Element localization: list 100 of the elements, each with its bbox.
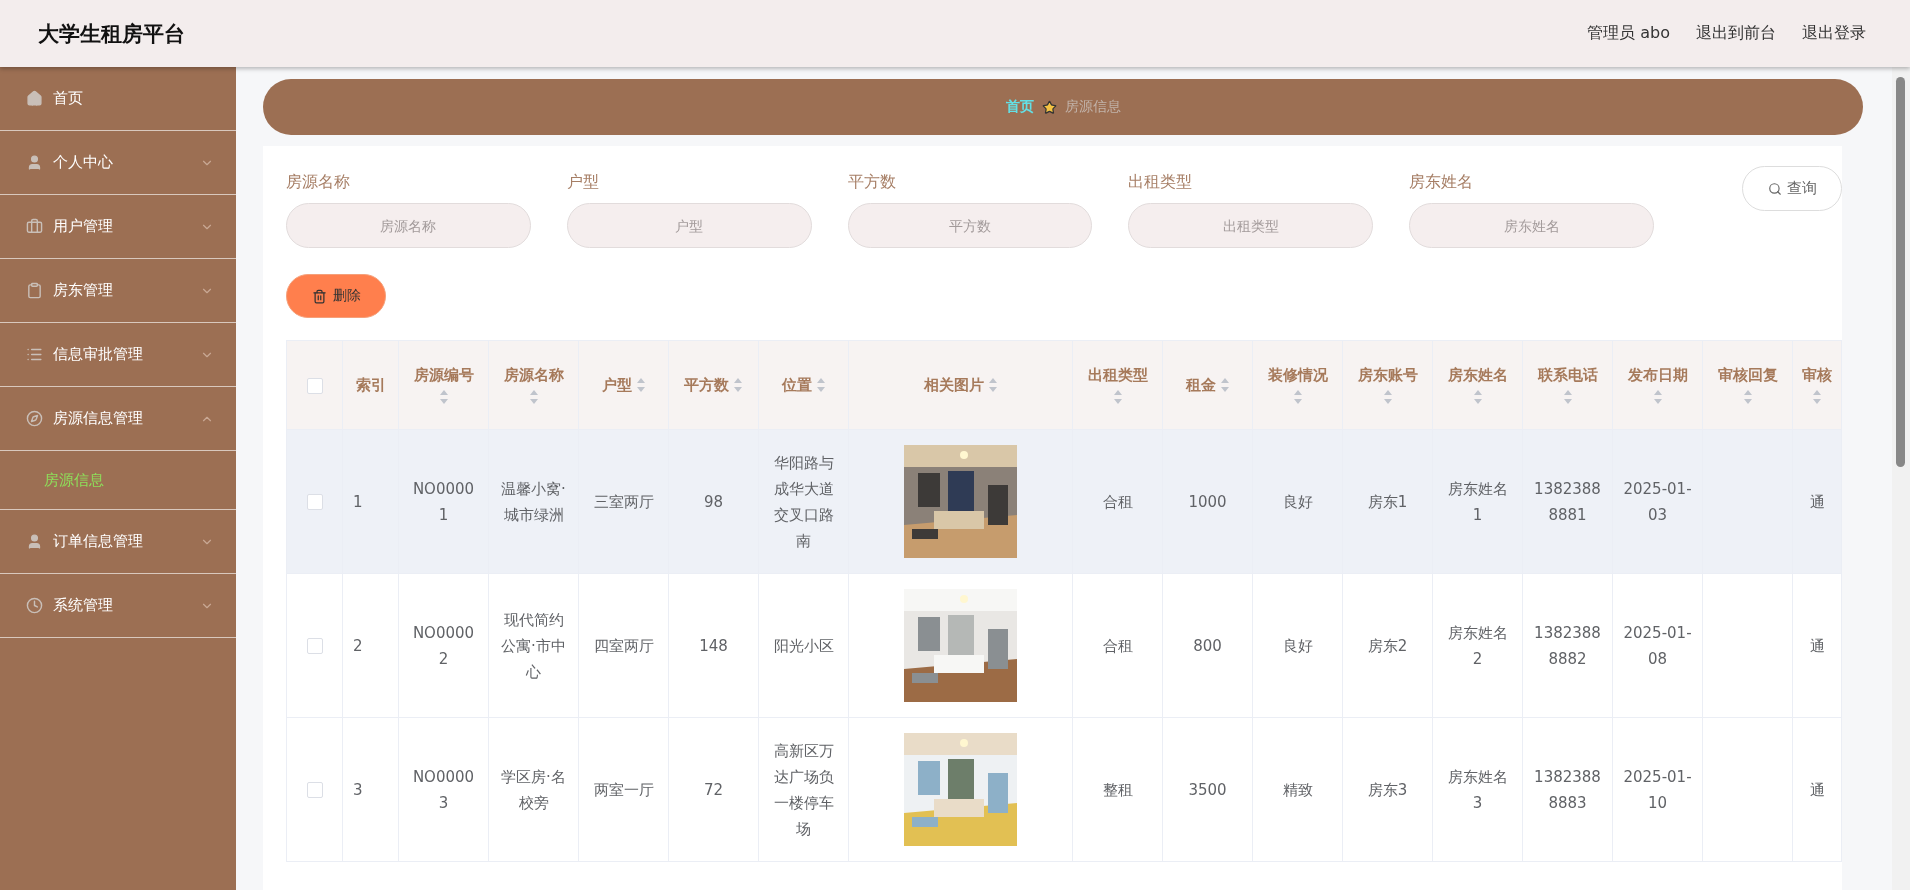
sidebar-item[interactable]: 房源信息管理 [0,387,236,451]
column-header: 房东账号 [1357,365,1418,385]
table-cell: 通 [1809,780,1825,799]
breadcrumb-link[interactable]: 首页 [1005,98,1034,116]
table-cell: 良好 [1282,492,1313,511]
header-link[interactable]: 退出到前台 [1696,23,1776,44]
sidebar-item[interactable]: 订单信息管理 [0,510,236,574]
search-field[interactable]: 房源名称 [286,203,531,248]
table-cell: 72 [703,780,724,799]
field-label: 出租类型 [1128,172,1194,193]
field-label: 房源名称 [286,172,351,193]
sidebar-label: 系统管理 [53,596,114,615]
table-cell: 通 [1809,492,1825,511]
sidebar-item[interactable]: 用户管理 [0,195,236,259]
table-cell: 通 [1809,636,1825,655]
table-cell: 13823888882 [1534,623,1601,668]
sidebar-label: 订单信息管理 [53,532,144,551]
sidebar-subitem[interactable]: 房源信息 [0,451,236,510]
star-icon [1041,99,1057,115]
checkbox[interactable] [306,782,323,798]
table-cell: 华阳路与成华大道交叉口路南 [773,453,834,550]
table-cell: 良好 [1282,636,1313,655]
table-cell: 13823888883 [1534,767,1601,812]
sidebar-label: 房东管理 [53,281,114,300]
table-cell: 2025-01-10 [1623,767,1692,812]
breadcrumb-link[interactable]: 房源信息 [1064,98,1121,116]
sort-icon[interactable] [1382,388,1393,405]
sort-icon[interactable] [987,377,998,393]
sidebar-label: 首页 [53,89,84,108]
table-cell: 2025-01-08 [1623,623,1692,668]
sidebar-item[interactable]: 首页 [0,67,236,131]
table-cell: 房东姓名1 [1447,479,1508,524]
sort-icon[interactable] [1112,388,1123,405]
sort-icon[interactable] [1812,388,1822,405]
sort-icon[interactable] [528,388,539,405]
checkbox[interactable] [306,377,323,394]
sort-icon[interactable] [1742,388,1753,405]
sidebar-item[interactable]: 信息审批管理 [0,323,236,387]
briefcase-icon [26,218,43,235]
table-cell: 阳光小区 [773,636,834,655]
column-header: 房源编号 [413,365,474,385]
table-cell: 3500 [1188,780,1227,799]
clock-icon [26,597,43,614]
sort-icon[interactable] [733,377,743,393]
sort-icon[interactable] [1652,388,1663,405]
table-cell: 现代简约公寓·市中心 [501,610,566,681]
table-cell: 合租 [1102,636,1133,655]
table-cell: 房东1 [1367,492,1408,511]
table-cell: NO00002 [412,623,475,668]
sort-icon[interactable] [1472,388,1483,405]
table-cell: 高新区万达广场负一楼停车场 [773,741,834,838]
table-cell: NO00001 [412,479,475,524]
field-label: 户型 [566,172,600,193]
column-header: 房源名称 [503,365,564,385]
table-cell: 精致 [1282,780,1313,799]
sidebar-label: 用户管理 [53,217,114,236]
compass-icon [26,410,43,427]
table-cell: 房东2 [1367,636,1408,655]
scrollbar-thumb[interactable] [1896,77,1905,467]
sort-icon[interactable] [635,377,646,393]
table-cell: 3 [353,780,363,799]
header-link[interactable]: 管理员 abo [1587,23,1670,44]
user-icon [26,154,43,171]
table-cell: 房东姓名3 [1447,767,1508,812]
search-button[interactable]: 查询 [1742,166,1842,211]
sidebar-label: 房源信息管理 [53,409,144,428]
sidebar-item[interactable]: 个人中心 [0,131,236,195]
column-header: 联系电话 [1537,365,1598,385]
column-header: 位置 [781,375,812,395]
search-field[interactable]: 户型 [566,203,812,248]
column-header: 发布日期 [1627,365,1688,385]
sort-icon[interactable] [1292,388,1303,405]
checkbox[interactable] [306,638,323,654]
column-header: 装修情况 [1267,365,1328,385]
user-icon [26,533,43,550]
table-cell: 1 [353,492,363,511]
table-cell: 房东姓名2 [1447,623,1508,668]
header-link[interactable]: 退出登录 [1802,23,1866,44]
table-cell: 1000 [1188,492,1227,511]
scrollbar[interactable] [1892,67,1910,890]
search-icon [1767,181,1782,196]
sort-icon[interactable] [1219,377,1230,393]
field-label: 平方数 [847,172,897,193]
search-field[interactable]: 房东姓名 [1409,203,1655,248]
table-cell: 四室两厅 [593,636,654,655]
search-field[interactable]: 出租类型 [1128,203,1374,248]
delete-button[interactable]: 删除 [286,274,386,318]
column-header: 房东姓名 [1447,365,1508,385]
column-header: 审核 [1802,365,1832,385]
sidebar-item[interactable]: 房东管理 [0,259,236,323]
table-cell: 2 [353,636,363,655]
sidebar-item[interactable]: 系统管理 [0,574,236,638]
home-icon [26,90,43,107]
checkbox[interactable] [306,494,323,510]
search-field[interactable]: 平方数 [847,203,1093,248]
sort-icon[interactable] [1562,388,1573,405]
column-header: 租金 [1185,375,1216,395]
sort-icon[interactable] [815,377,826,393]
table-cell: 学区房·名校旁 [501,767,566,812]
sort-icon[interactable] [438,388,449,405]
